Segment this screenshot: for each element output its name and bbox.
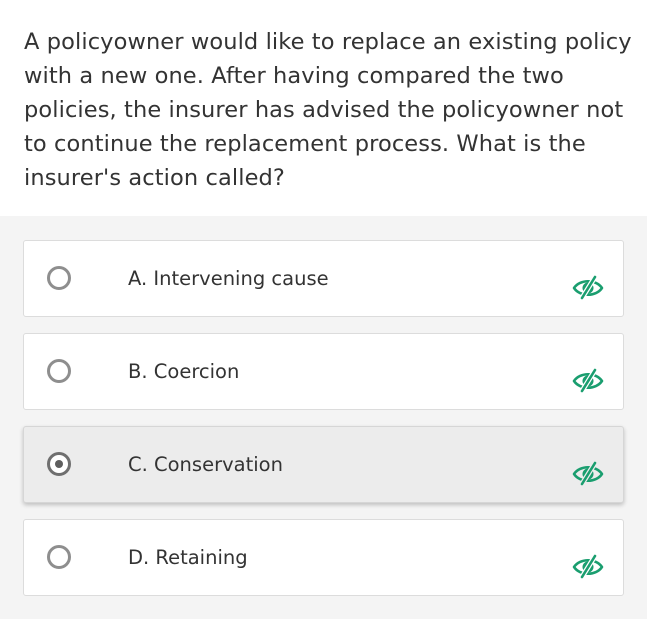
option-c[interactable]: C. Conservation — [23, 426, 624, 503]
radio-selected-dot — [55, 460, 63, 468]
option-d[interactable]: D. Retaining — [23, 519, 624, 596]
eye-slash-icon[interactable] — [571, 554, 605, 580]
option-b[interactable]: B. Coercion — [23, 333, 624, 410]
question-text: A policyowner would like to replace an e… — [24, 29, 632, 191]
option-a[interactable]: A. Intervening cause — [23, 240, 624, 317]
option-label: D. Retaining — [128, 546, 248, 569]
radio-button[interactable] — [47, 359, 71, 383]
option-label: B. Coercion — [128, 360, 240, 383]
eye-slash-icon[interactable] — [571, 368, 605, 394]
question-panel: A policyowner would like to replace an e… — [0, 0, 647, 216]
eye-slash-icon[interactable] — [571, 461, 605, 487]
radio-button-selected[interactable] — [47, 452, 71, 476]
radio-button[interactable] — [47, 266, 71, 290]
option-label: C. Conservation — [128, 453, 283, 476]
eye-slash-icon[interactable] — [571, 275, 605, 301]
answer-options: A. Intervening cause B. Coercion C. Cons… — [23, 240, 624, 612]
option-label: A. Intervening cause — [128, 267, 329, 290]
radio-button[interactable] — [47, 545, 71, 569]
